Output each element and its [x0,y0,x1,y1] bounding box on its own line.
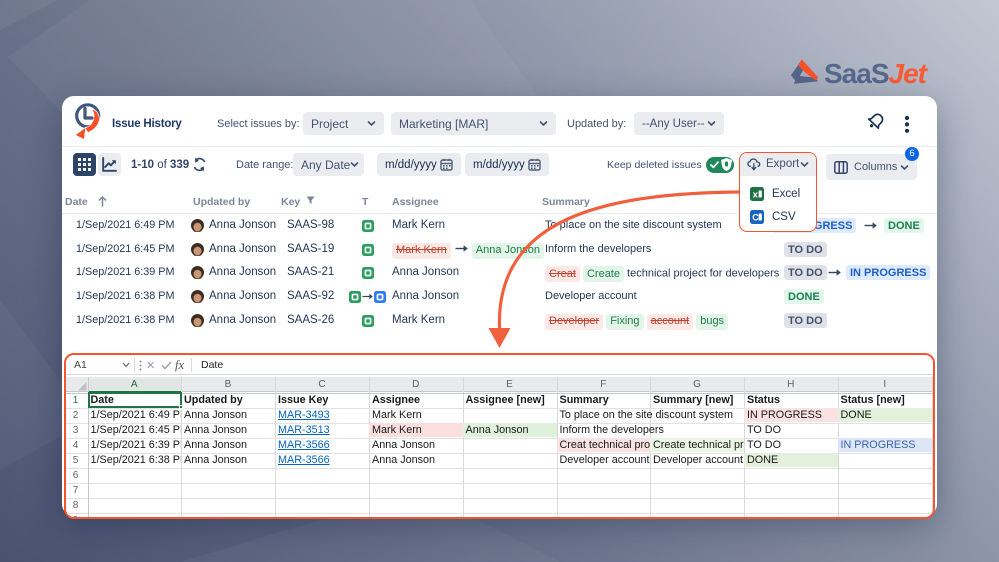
svg-text:x: x [753,190,759,201]
svg-text:C: C [752,212,759,222]
